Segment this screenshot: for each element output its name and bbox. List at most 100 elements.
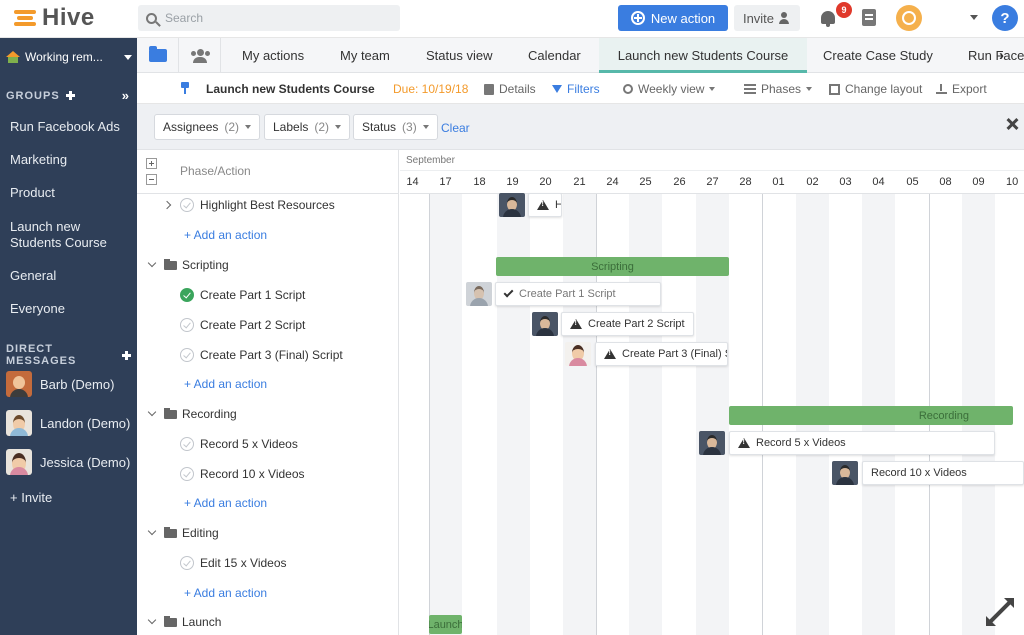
tab-my-actions[interactable]: My actions: [242, 38, 304, 73]
projects-tab[interactable]: [137, 38, 179, 73]
dm-landon[interactable]: Landon (Demo): [6, 409, 134, 437]
new-action-button[interactable]: New action: [618, 5, 728, 31]
add-action-link[interactable]: + Add an action: [184, 496, 267, 510]
phase-row-editing[interactable]: Editing: [137, 523, 399, 543]
action-card[interactable]: Create Part 1 Script: [495, 282, 661, 306]
chevron-right-icon[interactable]: [162, 200, 172, 210]
add-group-icon[interactable]: [65, 91, 75, 100]
workspace-switcher[interactable]: Working rem...: [6, 48, 132, 66]
action-card[interactable]: Create Part 3 (Final) Script: [595, 342, 728, 366]
checkbox-icon[interactable]: [180, 198, 194, 212]
list-item[interactable]: Create Part 2 Script: [137, 315, 399, 335]
help-button[interactable]: ?: [992, 5, 1018, 31]
expand-all-icon[interactable]: [146, 158, 157, 169]
action-card[interactable]: Record 10 x Videos: [862, 461, 1024, 485]
hive-logo[interactable]: Hive: [14, 4, 95, 31]
phase-row-launch[interactable]: Launch: [137, 612, 399, 632]
assignees-label: Assignees: [163, 120, 219, 134]
list-item[interactable]: Create Part 1 Script: [137, 285, 399, 305]
checkbox-icon[interactable]: [180, 467, 194, 481]
invite-button[interactable]: Invite: [734, 5, 800, 31]
assignee-avatar[interactable]: [466, 282, 492, 306]
add-action-link[interactable]: + Add an action: [184, 228, 267, 242]
status-filter[interactable]: Status (3): [353, 114, 438, 140]
document-icon[interactable]: [862, 9, 876, 26]
tabs-scroll-right-icon[interactable]: ›: [999, 47, 1004, 64]
fullscreen-icon[interactable]: [986, 598, 1014, 626]
assignee-avatar[interactable]: [832, 461, 858, 485]
assignees-filter[interactable]: Assignees (2): [154, 114, 261, 140]
export-label: Export: [952, 82, 987, 96]
assignee-avatar[interactable]: [565, 342, 591, 366]
add-action-link[interactable]: + Add an action: [184, 377, 267, 391]
checkbox-icon[interactable]: [180, 437, 194, 451]
tab-calendar[interactable]: Calendar: [528, 38, 581, 73]
phases-dropdown[interactable]: Phases: [744, 82, 813, 96]
add-dm-icon[interactable]: [121, 350, 132, 360]
tab-launch-course[interactable]: Launch new Students Course: [599, 38, 807, 73]
collapse-all-icon[interactable]: [146, 174, 157, 185]
checkbox-icon[interactable]: [180, 348, 194, 362]
action-card[interactable]: Record 5 x Videos: [729, 431, 995, 455]
change-layout-label: Change layout: [845, 82, 923, 96]
sidebar-item-everyone[interactable]: Everyone: [10, 301, 132, 317]
collapse-sidebar-icon[interactable]: »: [122, 88, 130, 103]
list-item[interactable]: Record 10 x Videos: [137, 464, 399, 484]
list-item[interactable]: Record 5 x Videos: [137, 434, 399, 454]
assignee-avatar[interactable]: [499, 193, 525, 217]
tab-my-team[interactable]: My team: [340, 38, 390, 73]
labels-filter[interactable]: Labels (2): [264, 114, 351, 140]
dm-barb[interactable]: Barb (Demo): [6, 370, 134, 398]
sidebar-item-run-facebook-ads[interactable]: Run Facebook Ads: [10, 119, 132, 135]
phase-bar-recording[interactable]: Recording: [729, 406, 1013, 425]
details-button[interactable]: Details: [484, 82, 536, 96]
phase-bar-launch[interactable]: Launch: [429, 615, 462, 634]
search-box[interactable]: [138, 5, 400, 31]
checkbox-icon[interactable]: [180, 318, 194, 332]
export-button[interactable]: Export: [936, 82, 987, 96]
profile-dropdown-caret-icon[interactable]: [970, 15, 978, 20]
action-card[interactable]: Create Part 2 Script: [561, 312, 694, 336]
tab-status-view[interactable]: Status view: [426, 38, 492, 73]
filters-button[interactable]: Filters: [552, 82, 600, 96]
weekly-view-dropdown[interactable]: Weekly view: [623, 82, 716, 96]
day-label: 20: [539, 176, 552, 188]
day-label: 26: [673, 176, 686, 188]
tab-run-facebook[interactable]: Run Face: [968, 38, 1024, 73]
checkbox-icon[interactable]: [180, 556, 194, 570]
assignee-avatar[interactable]: [532, 312, 558, 336]
labels-count: (2): [314, 120, 330, 134]
sidebar-item-marketing[interactable]: Marketing: [10, 152, 132, 168]
add-action-link[interactable]: + Add an action: [184, 586, 267, 600]
phase-bar-scripting[interactable]: Scripting: [496, 257, 729, 276]
dm-jessica[interactable]: Jessica (Demo): [6, 448, 134, 476]
tab-create-case-study[interactable]: Create Case Study: [823, 38, 933, 73]
month-label: September: [406, 155, 455, 166]
close-icon[interactable]: [1006, 118, 1018, 130]
list-item[interactable]: Create Part 3 (Final) Script: [137, 345, 399, 365]
chevron-down-icon[interactable]: [147, 526, 157, 536]
gantt-timeline[interactable]: September 14 17 18 19 20 21 24 25 26 27 …: [400, 150, 1024, 635]
list-item[interactable]: Edit 15 x Videos: [137, 553, 399, 573]
sidebar-invite-link[interactable]: + Invite: [10, 490, 52, 505]
sidebar-item-general[interactable]: General: [10, 268, 132, 284]
warning-icon: [537, 200, 549, 210]
phase-row-recording[interactable]: Recording: [137, 404, 399, 424]
change-layout-button[interactable]: Change layout: [829, 82, 922, 96]
action-name: Record 5 x Videos: [200, 437, 298, 451]
teams-tab[interactable]: [179, 38, 221, 73]
action-card[interactable]: H: [528, 193, 562, 217]
chevron-down-icon[interactable]: [147, 615, 157, 625]
chevron-down-icon[interactable]: [147, 407, 157, 417]
phase-row-scripting[interactable]: Scripting: [137, 255, 399, 275]
checkbox-checked-icon[interactable]: [180, 288, 194, 302]
timer-icon[interactable]: [896, 5, 922, 31]
chevron-down-icon[interactable]: [147, 258, 157, 268]
clear-filters-link[interactable]: Clear: [441, 121, 470, 135]
assignee-avatar[interactable]: [699, 431, 725, 455]
sidebar-item-product[interactable]: Product: [10, 185, 132, 201]
list-item[interactable]: Highlight Best Resources: [137, 195, 399, 215]
sidebar-item-launch-course[interactable]: Launch new Students Course: [10, 219, 120, 251]
search-input[interactable]: [165, 11, 385, 25]
pin-button[interactable]: [180, 82, 190, 94]
